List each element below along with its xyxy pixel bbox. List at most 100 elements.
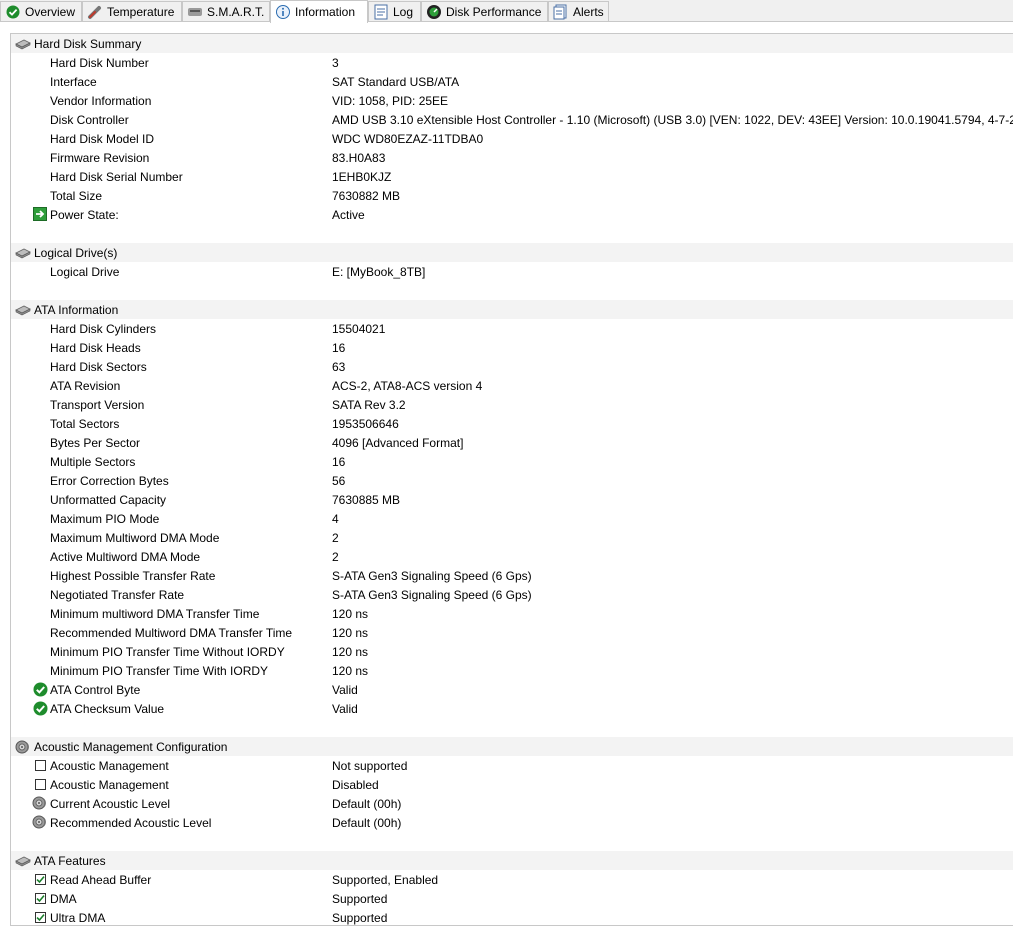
- tab-information[interactable]: Information: [270, 0, 368, 23]
- row-checkbox[interactable]: [32, 890, 48, 906]
- row-value: 120 ns: [332, 644, 369, 659]
- row-label: DMA: [50, 891, 77, 906]
- info-row: Hard Disk Model ID WDC WD80EZAZ-11TDBA0: [11, 129, 1013, 148]
- info-row: ATA Control Byte Valid: [11, 680, 1013, 699]
- row-label: Maximum Multiword DMA Mode: [50, 530, 220, 545]
- row-value: Disabled: [332, 777, 379, 792]
- info-row: Firmware Revision 83.H0A83: [11, 148, 1013, 167]
- row-label: Current Acoustic Level: [50, 796, 171, 811]
- row-label: Hard Disk Cylinders: [50, 321, 157, 336]
- row-label: Firmware Revision: [50, 150, 150, 165]
- row-value: S-ATA Gen3 Signaling Speed (6 Gps): [332, 587, 532, 602]
- row-value: 120 ns: [332, 625, 369, 640]
- tab-overview[interactable]: Overview: [0, 1, 82, 21]
- info-row[interactable]: Read Ahead Buffer Supported, Enabled: [11, 870, 1013, 889]
- tab-label: Disk Performance: [446, 4, 542, 19]
- row-value: 3: [332, 55, 339, 70]
- section-header: Logical Drive(s): [11, 243, 1013, 262]
- section-ata-features: ATA Features Read Ahead Buffer Supported, …: [11, 851, 1013, 925]
- row-value: SATA Rev 3.2: [332, 397, 406, 412]
- row-label: Bytes Per Sector: [50, 435, 141, 450]
- row-label: Maximum PIO Mode: [50, 511, 160, 526]
- hard-disk-icon: [15, 36, 31, 52]
- tab-bar: Overview Temperature S.M.A.R.T. Informat…: [0, 0, 1013, 23]
- log-icon: [373, 4, 389, 20]
- row-label: Ultra DMA: [50, 910, 106, 925]
- row-value: 63: [332, 359, 346, 374]
- row-value: Valid: [332, 701, 358, 716]
- thermometer-icon: [87, 4, 103, 20]
- info-row[interactable]: Ultra DMA Supported: [11, 908, 1013, 925]
- tab-smart[interactable]: S.M.A.R.T.: [182, 1, 270, 21]
- row-checkbox[interactable]: [32, 909, 48, 925]
- row-checkbox[interactable]: [32, 871, 48, 887]
- row-label: ATA Checksum Value: [50, 701, 165, 716]
- tab-disk-performance[interactable]: Disk Performance: [421, 1, 548, 21]
- tab-label: S.M.A.R.T.: [207, 4, 265, 19]
- hard-disk-icon: [15, 302, 31, 318]
- row-label: Minimum PIO Transfer Time With IORDY: [50, 663, 269, 678]
- row-label: Acoustic Management: [50, 758, 169, 773]
- tab-alerts[interactable]: Alerts: [548, 1, 609, 21]
- row-value: 83.H0A83: [332, 150, 386, 165]
- row-label: Transport Version: [50, 397, 145, 412]
- row-label: Hard Disk Model ID: [50, 131, 155, 146]
- info-row: Recommended Multiword DMA Transfer Time 1…: [11, 623, 1013, 642]
- info-row: Total Sectors 1953506646: [11, 414, 1013, 433]
- row-label: Multiple Sectors: [50, 454, 136, 469]
- section-header: Acoustic Management Configuration: [11, 737, 1013, 756]
- row-value: Valid: [332, 682, 358, 697]
- info-row: Active Multiword DMA Mode 2: [11, 547, 1013, 566]
- row-label: Read Ahead Buffer: [50, 872, 152, 887]
- row-label: Negotiated Transfer Rate: [50, 587, 185, 602]
- row-value: S-ATA Gen3 Signaling Speed (6 Gps): [332, 568, 532, 583]
- row-value: 1EHB0KJZ: [332, 169, 392, 184]
- row-label: Vendor Information: [50, 93, 152, 108]
- speaker-icon: [32, 795, 48, 811]
- row-checkbox[interactable]: [32, 776, 48, 792]
- tab-log[interactable]: Log: [368, 1, 421, 21]
- info-row: ATA Revision ACS-2, ATA8-ACS version 4: [11, 376, 1013, 395]
- row-label: Power State:: [50, 207, 119, 222]
- section-logical-drive-s: Logical Drive(s) Logical Drive E: [MyBook_…: [11, 243, 1013, 300]
- check-icon: [32, 681, 48, 697]
- row-checkbox[interactable]: [32, 757, 48, 773]
- information-panel: Hard Disk Summary Hard Disk Number 3 Interf…: [10, 33, 1013, 926]
- row-value: Default (00h): [332, 796, 402, 811]
- tab-temperature[interactable]: Temperature: [82, 1, 182, 21]
- row-label: Total Sectors: [50, 416, 120, 431]
- row-value: WDC WD80EZAZ-11TDBA0: [332, 131, 484, 146]
- row-value: 120 ns: [332, 606, 369, 621]
- row-label: Hard Disk Sectors: [50, 359, 147, 374]
- info-row[interactable]: Acoustic Management Not supported: [11, 756, 1013, 775]
- info-row: Hard Disk Number 3: [11, 53, 1013, 72]
- info-row: Interface SAT Standard USB/ATA: [11, 72, 1013, 91]
- info-row: Logical Drive E: [MyBook_8TB]: [11, 262, 1013, 281]
- info-row: Disk Controller AMD USB 3.10 eXtensible H…: [11, 110, 1013, 129]
- smart-icon: [187, 4, 203, 20]
- power-arrow-icon: [32, 206, 48, 222]
- info-row: Minimum PIO Transfer Time With IORDY 120 …: [11, 661, 1013, 680]
- row-label: Active Multiword DMA Mode: [50, 549, 201, 564]
- row-label: Hard Disk Heads: [50, 340, 141, 355]
- section-hard-disk-summary: Hard Disk Summary Hard Disk Number 3 Interf…: [11, 34, 1013, 243]
- info-row: Highest Possible Transfer Rate S-ATA Gen3…: [11, 566, 1013, 585]
- section-title: ATA Information: [34, 302, 119, 317]
- row-value: 1953506646: [332, 416, 399, 431]
- section-acoustic-management-configuration: Acoustic Management Configuration Acousti…: [11, 737, 1013, 851]
- speaker-icon: [15, 739, 31, 755]
- info-row[interactable]: DMA Supported: [11, 889, 1013, 908]
- speaker-icon: [32, 814, 48, 830]
- info-row: Minimum multiword DMA Transfer Time 120 n…: [11, 604, 1013, 623]
- tab-label: Temperature: [107, 4, 175, 19]
- info-row[interactable]: Acoustic Management Disabled: [11, 775, 1013, 794]
- row-value: 15504021: [332, 321, 386, 336]
- row-label: Total Size: [50, 188, 103, 203]
- row-value: VID: 1058, PID: 25EE: [332, 93, 449, 108]
- info-row: Multiple Sectors 16: [11, 452, 1013, 471]
- section-title: ATA Features: [34, 853, 106, 868]
- row-label: Highest Possible Transfer Rate: [50, 568, 216, 583]
- info-row: Error Correction Bytes 56: [11, 471, 1013, 490]
